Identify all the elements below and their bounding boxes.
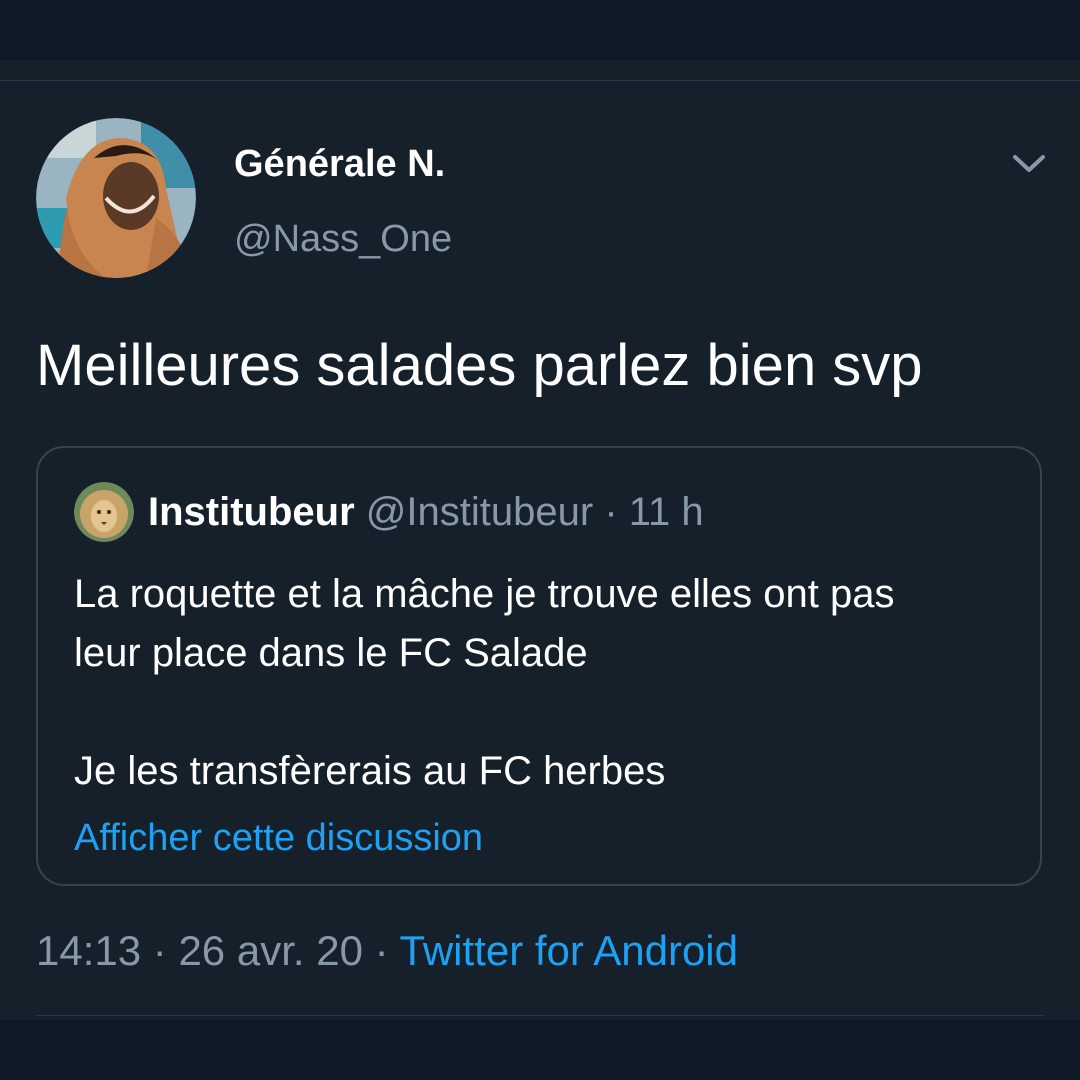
top-divider: [0, 80, 1080, 81]
tweet-source-link[interactable]: Twitter for Android: [400, 927, 738, 974]
quoted-time[interactable]: 11 h: [629, 490, 704, 534]
tweet-text: Meilleures salades parlez bien svp: [36, 333, 923, 398]
quoted-author-avatar[interactable]: [74, 482, 134, 542]
avatar-photo-icon: [36, 118, 196, 278]
quoted-tweet-card[interactable]: Institubeur @Institubeur · 11 h La roque…: [36, 446, 1042, 886]
tweet-date[interactable]: 26 avr. 20: [178, 927, 362, 974]
quoted-author-handle[interactable]: @Institubeur: [366, 490, 593, 534]
author-name[interactable]: Générale N.: [234, 140, 445, 188]
lion-avatar-icon: [74, 482, 134, 542]
author-avatar[interactable]: [36, 118, 196, 278]
author-handle[interactable]: @Nass_One: [234, 215, 452, 263]
quoted-author-name[interactable]: Institubeur: [148, 490, 355, 534]
show-thread-link[interactable]: Afficher cette discussion: [74, 814, 483, 862]
bottom-divider: [36, 1015, 1044, 1016]
quoted-header: Institubeur @Institubeur · 11 h: [148, 488, 704, 536]
tweet-menu-button[interactable]: [1008, 145, 1050, 181]
tweet-time[interactable]: 14:13: [36, 927, 141, 974]
bottom-band: [0, 1020, 1080, 1080]
quoted-text-line: Je les transfèrerais au FC herbes: [74, 749, 666, 793]
quoted-text-line: La roquette et la mâche je trouve elles …: [74, 572, 895, 616]
top-band: [0, 0, 1080, 60]
chevron-down-icon: [1013, 155, 1045, 172]
quoted-text-line: leur place dans le FC Salade: [74, 631, 588, 675]
footer-separator: ·: [152, 927, 167, 974]
quoted-separator: ·: [604, 490, 618, 534]
tweet-footer: 14:13 · 26 avr. 20 · Twitter for Android: [36, 926, 738, 976]
footer-separator: ·: [374, 927, 389, 974]
